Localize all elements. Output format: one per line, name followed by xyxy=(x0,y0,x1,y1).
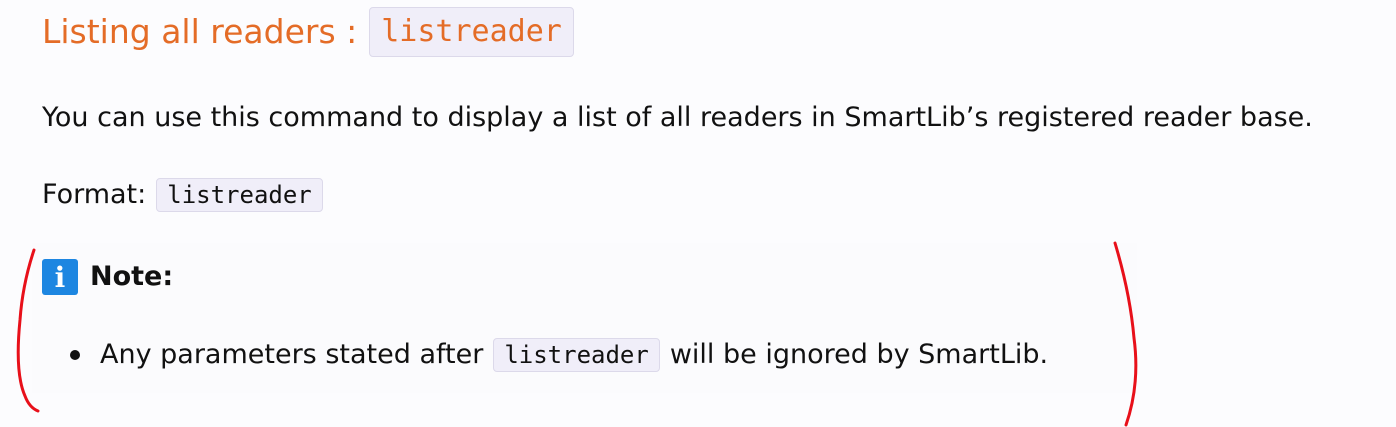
section-heading: Listing all readers : listreader xyxy=(42,7,574,57)
note-title-text: Note: xyxy=(90,261,174,292)
bullet-point xyxy=(70,350,80,360)
note-bullet-text: Any parameters stated after listreader w… xyxy=(100,335,1048,375)
note-bullet-after: will be ignored by SmartLib. xyxy=(669,339,1049,370)
note-bullet-code: listreader xyxy=(493,337,660,373)
document-page: Listing all readers : listreader You can… xyxy=(0,0,1396,427)
note-bullet-before: Any parameters stated after xyxy=(100,339,484,370)
command-description: You can use this command to display a li… xyxy=(42,102,1313,133)
heading-command-code: listreader xyxy=(369,7,574,57)
heading-text: Listing all readers : xyxy=(42,12,358,51)
format-command-code: listreader xyxy=(156,177,323,213)
note-title: i Note: xyxy=(42,257,173,297)
info-icon: i xyxy=(42,259,78,295)
list-item: Any parameters stated after listreader w… xyxy=(70,335,1048,375)
format-label: Format: xyxy=(42,179,147,210)
format-line: Format: listreader xyxy=(42,175,323,215)
